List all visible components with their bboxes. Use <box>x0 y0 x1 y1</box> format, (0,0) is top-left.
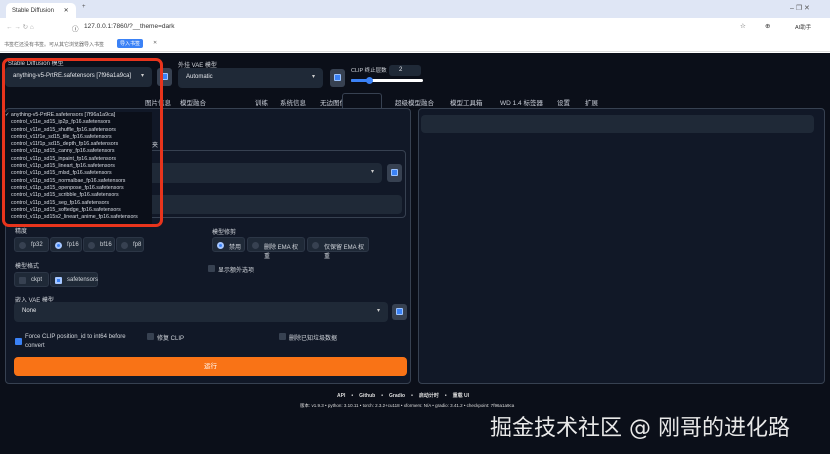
precision-option[interactable]: fp16 <box>50 237 82 252</box>
clip-value: 2 <box>399 67 403 73</box>
radio-icon <box>88 242 95 249</box>
footer-link[interactable]: API <box>337 393 345 399</box>
import-bookmarks-button[interactable]: 导入书签 <box>117 39 144 48</box>
format-label: safetensors <box>67 277 99 283</box>
format-label: ckpt <box>31 277 43 283</box>
clip-label: CLIP 终止层数 <box>351 68 387 74</box>
tab-1[interactable]: 模型融合 <box>180 97 206 107</box>
prune-label: 禁用 <box>229 245 242 251</box>
radio-icon <box>252 242 259 249</box>
footer-link[interactable]: 启动计时 <box>419 393 439 399</box>
refresh-vae-button[interactable] <box>330 69 345 87</box>
chevron-down-icon: ▾ <box>311 74 315 80</box>
active-tab-frame <box>342 93 382 108</box>
footer-link[interactable]: Gradio <box>389 393 405 399</box>
info-icon: ⓘ <box>72 26 79 33</box>
refresh-vae-embed-button[interactable] <box>392 304 407 320</box>
show-extra-label: 显示额外选项 <box>218 268 255 274</box>
chevron-down-icon: ▾ <box>370 169 374 175</box>
radio-icon <box>55 242 62 249</box>
embed-vae-value: None <box>22 308 37 314</box>
tab-3[interactable]: 系统信息 <box>280 97 306 107</box>
separator: • <box>444 393 447 399</box>
nav-icons[interactable]: ← → ↻ ⌂ <box>6 23 34 31</box>
footer-link[interactable]: 重载 UI <box>453 393 469 399</box>
close-icon[interactable]: ✕ <box>153 40 157 46</box>
checkbox-icon <box>19 277 26 284</box>
bookmark-bar: 书签栏还没有书签。可从其它浏览器导入书签 导入书签 ✕ <box>0 37 830 52</box>
ai-assistant-button[interactable]: AI助手 <box>795 23 811 31</box>
separator: • <box>381 393 383 399</box>
vae-value: Automatic <box>186 74 213 80</box>
checkbox-icon <box>55 277 62 284</box>
tab-2[interactable]: 训练 <box>255 97 268 107</box>
address-bar: ← → ↻ ⌂ ⓘ 127.0.0.1:7860/?__theme=dark ☆… <box>0 18 830 37</box>
watermark-text: 掘金技术社区 @ 刚哥的进化路 <box>490 416 790 441</box>
tab-8[interactable]: WD 1.4 标签器 <box>500 97 543 107</box>
precision-label: 精度 <box>15 229 28 235</box>
fix-clip-label: 修复 CLIP <box>157 336 185 342</box>
highlight-box <box>2 58 163 227</box>
output-textbox[interactable] <box>421 115 814 133</box>
prune-option[interactable]: 仅保留 EMA 权重 <box>307 237 369 260</box>
tab-7[interactable]: 模型工具箱 <box>450 97 483 107</box>
tab-6[interactable]: 超级模型融合 <box>395 97 434 107</box>
refresh-icon <box>334 74 341 81</box>
clip-number-input[interactable]: 2 <box>389 65 421 76</box>
output-panel <box>418 108 825 384</box>
force-clip-checkbox[interactable] <box>15 338 22 345</box>
chevron-down-icon: ▾ <box>376 308 380 314</box>
delete-junk-checkbox[interactable] <box>279 333 286 340</box>
footer-link[interactable]: Github <box>359 393 375 399</box>
tab-bar: Stable Diffusion ✕ + – ❐ ✕ <box>0 0 830 18</box>
new-tab-icon[interactable]: + <box>82 4 86 10</box>
tab-title: Stable Diffusion <box>12 8 54 14</box>
prune-option[interactable]: 删除 EMA 权重 <box>247 237 305 260</box>
bookmark-hint: 书签栏还没有书签。可从其它浏览器导入书签 <box>4 42 105 48</box>
precision-option[interactable]: fp32 <box>14 237 49 252</box>
precision-label: fp8 <box>133 242 142 248</box>
browser-chrome: Stable Diffusion ✕ + – ❐ ✕ ← → ↻ ⌂ ⓘ 127… <box>0 0 830 53</box>
version-info: 版本: v1.9.3 • python: 3.10.11 • torch: 2.… <box>300 403 515 408</box>
precision-label: bf16 <box>100 242 112 248</box>
refresh-source-button[interactable] <box>387 164 402 182</box>
fix-clip-checkbox[interactable] <box>147 333 154 340</box>
force-clip-label: Force CLIP position_id to int64 before c… <box>25 334 126 349</box>
url-input[interactable]: 127.0.0.1:7860/?__theme=dark <box>84 23 175 30</box>
window-controls[interactable]: – ❐ ✕ <box>790 4 810 12</box>
precision-option[interactable]: bf16 <box>83 237 115 252</box>
separator: • <box>351 393 354 399</box>
download-icon[interactable]: ⊕ <box>765 22 770 30</box>
radio-icon <box>19 242 26 249</box>
prune-option[interactable]: 禁用 <box>212 237 245 252</box>
format-option[interactable]: ckpt <box>14 272 49 287</box>
radio-icon <box>312 242 319 249</box>
clip-slider-handle[interactable] <box>366 77 373 84</box>
format-option[interactable]: safetensors <box>50 272 98 287</box>
tab-9[interactable]: 设置 <box>557 97 570 107</box>
tab-10[interactable]: 扩展 <box>585 97 598 107</box>
precision-label: fp32 <box>31 242 43 248</box>
run-button[interactable]: 运行 <box>14 357 407 376</box>
footer-links: API • Github • Gradio • 启动计时 • 重载 UI <box>337 392 469 399</box>
browser-tab[interactable]: Stable Diffusion ✕ <box>6 3 76 18</box>
vae-dropdown[interactable]: Automatic ▾ <box>178 68 323 88</box>
delete-junk-label: 删除已知垃圾数据 <box>289 336 338 342</box>
refresh-icon <box>391 169 398 176</box>
close-icon[interactable]: ✕ <box>64 8 69 14</box>
prune-label: 模型修剪 <box>212 230 237 236</box>
separator: • <box>411 393 413 399</box>
show-extra-checkbox[interactable] <box>208 265 215 272</box>
refresh-icon <box>396 308 403 315</box>
precision-option[interactable]: fp8 <box>116 237 144 252</box>
star-icon[interactable]: ☆ <box>740 22 746 30</box>
radio-icon <box>121 242 128 249</box>
embed-vae-dropdown[interactable]: None ▾ <box>14 302 388 322</box>
format-label: 模型格式 <box>15 264 40 270</box>
clip-slider[interactable] <box>351 77 423 84</box>
precision-label: fp16 <box>67 242 79 248</box>
radio-icon <box>217 242 224 249</box>
